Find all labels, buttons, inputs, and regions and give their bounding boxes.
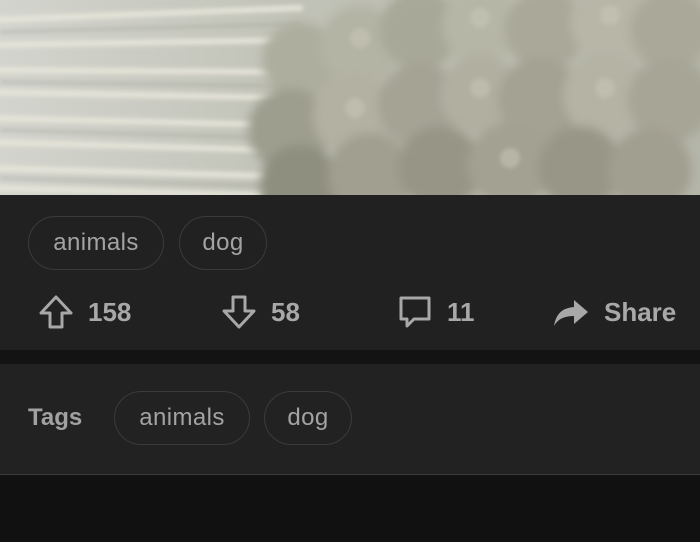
- share-label: Share: [604, 296, 677, 327]
- section-divider: [0, 350, 700, 364]
- tag-chip-label: animals: [53, 229, 139, 256]
- post-media-image[interactable]: [0, 0, 700, 195]
- meatball-skewers-image: [0, 0, 700, 195]
- tags-section: Tags animals dog: [0, 364, 700, 475]
- tag-chip-label: dog: [202, 229, 244, 256]
- upvote-count: 158: [88, 296, 132, 327]
- upvote-button[interactable]: 158: [38, 287, 131, 337]
- arrow-up-icon: [39, 295, 73, 329]
- tag-chip-label: animals: [139, 404, 225, 431]
- arrow-down-icon: [222, 295, 256, 329]
- comment-count: 11: [447, 296, 475, 327]
- downvote-button[interactable]: 58: [221, 287, 300, 337]
- tag-chip-dog[interactable]: dog: [264, 391, 352, 445]
- comments-button[interactable]: 11: [397, 287, 475, 337]
- tag-chip-dog[interactable]: dog: [179, 216, 267, 270]
- downvote-count: 58: [271, 296, 300, 327]
- page-background: [0, 475, 700, 542]
- tag-chip-animals[interactable]: animals: [28, 216, 164, 270]
- comment-bubble-icon: [399, 296, 431, 328]
- tags-heading: Tags: [28, 404, 83, 431]
- post-footer: animals dog 158 58 11 Share: [0, 195, 700, 350]
- tag-chip-animals[interactable]: animals: [114, 391, 250, 445]
- share-arrow-icon: [554, 300, 588, 326]
- share-button[interactable]: Share: [552, 287, 676, 337]
- tag-chip-label: dog: [287, 404, 329, 431]
